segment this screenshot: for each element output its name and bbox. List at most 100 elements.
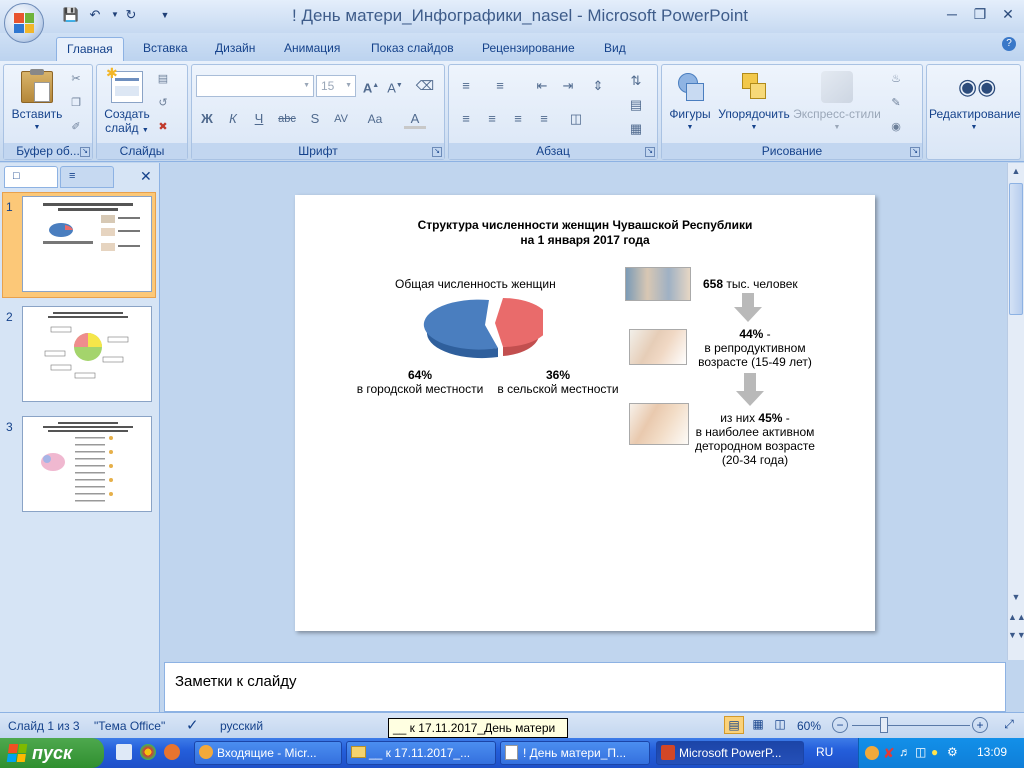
slide-thumbnail-3[interactable] (22, 416, 152, 512)
font-size-input[interactable]: 15 ▼ (316, 75, 356, 97)
restore-button[interactable]: ❐ (968, 4, 992, 24)
close-button[interactable]: ✕ (996, 4, 1020, 24)
tray-settings-icon[interactable]: ⚙ (947, 745, 958, 759)
minimize-button[interactable]: ─ (940, 4, 964, 24)
help-icon[interactable]: ? (1002, 37, 1016, 51)
fit-to-window-icon[interactable]: ⤢ (1000, 716, 1018, 734)
shape-fill-icon[interactable]: ♨ (888, 71, 904, 87)
numbering-icon[interactable]: ≡ (489, 76, 511, 96)
tab-design[interactable]: Дизайн (205, 37, 265, 61)
font-color-button[interactable]: A (404, 109, 426, 129)
scroll-down-icon[interactable]: ▼ (1008, 589, 1024, 606)
tab-view[interactable]: Вид (594, 37, 636, 61)
zoom-level[interactable]: 60% (797, 719, 821, 733)
zoom-out-icon[interactable]: − (832, 717, 848, 733)
clear-format-icon[interactable]: ⌫ (414, 76, 436, 96)
zoom-slider-track[interactable] (852, 725, 970, 726)
previous-slide-icon[interactable]: ▲▲ (1008, 609, 1024, 626)
font-name-input[interactable]: ▼ (196, 75, 314, 97)
slide-canvas[interactable]: Структура численности женщин Чувашской Р… (295, 195, 875, 631)
tab-outline-view[interactable]: ≡ (60, 166, 114, 188)
underline-button[interactable]: Ч (248, 109, 270, 129)
notes-pane[interactable]: Заметки к слайду (164, 662, 1006, 712)
scroll-thumb[interactable] (1009, 183, 1023, 315)
smartart-icon[interactable]: ▦ (625, 119, 647, 139)
delete-slide-icon[interactable]: ✖ (155, 119, 171, 135)
increase-indent-icon[interactable]: ⇥ (557, 76, 579, 96)
slide-thumbnail-2[interactable] (22, 306, 152, 402)
paragraph-launcher-icon[interactable]: ↘ (645, 147, 655, 157)
drawing-launcher-icon[interactable]: ↘ (910, 147, 920, 157)
normal-view-icon[interactable]: ▤ (724, 716, 744, 734)
quicklaunch-chrome-icon[interactable] (140, 744, 156, 760)
align-text-icon[interactable]: ▤ (625, 95, 647, 115)
zoom-in-icon[interactable]: + (972, 717, 988, 733)
slide-thumbnail-1[interactable] (22, 196, 152, 292)
input-language[interactable]: RU (816, 745, 833, 759)
clock[interactable]: 13:09 (977, 745, 1007, 759)
save-icon[interactable]: 💾 (62, 6, 80, 24)
char-spacing-button[interactable]: AV (330, 109, 352, 129)
italic-button[interactable]: К (222, 109, 244, 129)
format-painter-icon[interactable]: ✐ (68, 119, 84, 135)
shape-effects-icon[interactable]: ◉ (888, 119, 904, 135)
vertical-scrollbar[interactable]: ▲ ▼ ▲▲ ▼▼ (1007, 163, 1024, 660)
office-button[interactable] (4, 3, 44, 43)
align-center-icon[interactable]: ≡ (481, 109, 503, 129)
start-button[interactable]: пуск (0, 738, 104, 768)
clipboard-launcher-icon[interactable]: ↘ (80, 147, 90, 157)
spellcheck-icon[interactable]: ✓ (186, 716, 199, 734)
slide-sorter-icon[interactable]: ▦ (748, 716, 768, 734)
tab-insert[interactable]: Вставка (133, 37, 198, 61)
zoom-slider-thumb[interactable] (880, 717, 888, 733)
layout-icon[interactable]: ▤ (155, 71, 171, 87)
taskbar-folder[interactable]: __ к 17.11.2017_... (346, 741, 496, 765)
language-indicator[interactable]: русский (220, 719, 263, 733)
strikethrough-button[interactable]: abc (276, 109, 298, 129)
tab-animation[interactable]: Анимация (274, 37, 350, 61)
taskbar-powerpoint[interactable]: Microsoft PowerP... (656, 741, 804, 765)
taskbar-outlook[interactable]: Входящие - Micr... (194, 741, 342, 765)
copy-icon[interactable]: ❐ (68, 95, 84, 111)
tab-review[interactable]: Рецензирование (472, 37, 585, 61)
tray-tip-icon[interactable]: ● (931, 745, 938, 759)
quicklaunch-app-icon[interactable] (164, 744, 180, 760)
align-left-icon[interactable]: ≡ (455, 109, 477, 129)
bullets-icon[interactable]: ≡ (455, 76, 477, 96)
justify-icon[interactable]: ≡ (533, 109, 555, 129)
line-spacing-icon[interactable]: ⇕ (587, 76, 609, 96)
redo-icon[interactable]: ↻ (122, 6, 140, 24)
columns-icon[interactable]: ◫ (565, 109, 587, 129)
customize-qat-icon[interactable]: ▼ (156, 6, 174, 24)
arrange-button[interactable]: Упорядочить ▼ (714, 71, 794, 135)
shape-outline-icon[interactable]: ✎ (888, 95, 904, 111)
shapes-button[interactable]: Фигуры ▼ (666, 71, 714, 135)
tray-outlook-icon[interactable] (865, 746, 879, 760)
tray-volume-icon[interactable]: ♬ (899, 745, 911, 759)
new-slide-button[interactable]: ✱ Создать слайд ▼ (101, 66, 153, 138)
shrink-font-icon[interactable]: A▼ (384, 76, 406, 96)
editing-button[interactable]: ◉◉ Редактирование ▼ (929, 71, 1020, 135)
tray-alert-icon[interactable]: ✘ (883, 745, 895, 762)
close-pane-icon[interactable]: ✕ (140, 168, 152, 185)
tab-slides-view[interactable]: □ (4, 166, 58, 188)
grow-font-icon[interactable]: A▲ (360, 76, 382, 96)
tab-home[interactable]: Главная (56, 37, 124, 61)
align-right-icon[interactable]: ≡ (507, 109, 529, 129)
tab-slideshow[interactable]: Показ слайдов (361, 37, 464, 61)
font-launcher-icon[interactable]: ↘ (432, 147, 442, 157)
slideshow-view-icon[interactable]: ◫ (770, 716, 790, 734)
reset-icon[interactable]: ↺ (155, 95, 171, 111)
scroll-up-icon[interactable]: ▲ (1008, 163, 1024, 180)
next-slide-icon[interactable]: ▼▼ (1008, 627, 1024, 644)
paste-button[interactable]: Вставить ▼ (8, 69, 66, 135)
taskbar-document[interactable]: ! День матери_П... (500, 741, 650, 765)
text-direction-icon[interactable]: ⇅ (625, 71, 647, 91)
cut-icon[interactable]: ✂ (68, 71, 84, 87)
tray-network-icon[interactable]: ◫ (915, 745, 926, 759)
undo-icon[interactable]: ↶ (86, 6, 104, 24)
bold-button[interactable]: Ж (196, 109, 218, 129)
change-case-button[interactable]: Aa (364, 109, 386, 129)
decrease-indent-icon[interactable]: ⇤ (531, 76, 553, 96)
quicklaunch-desktop-icon[interactable] (116, 744, 132, 760)
